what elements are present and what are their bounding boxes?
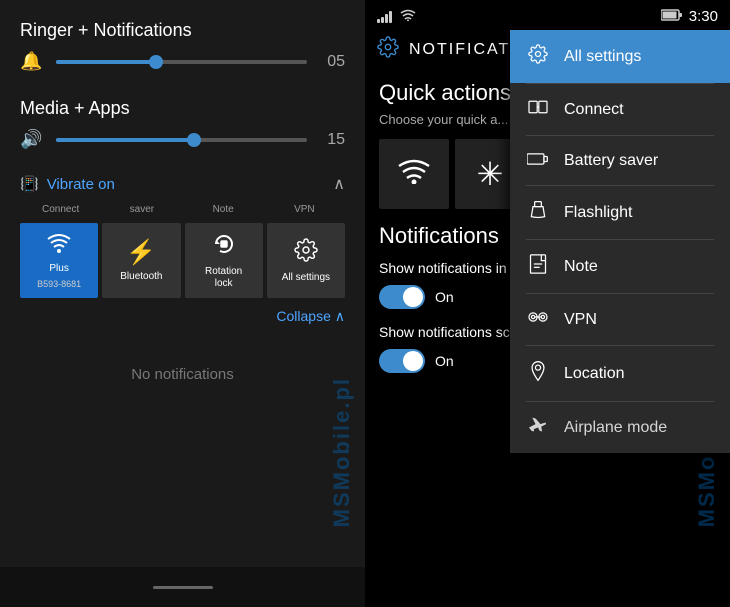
dropdown-location-icon <box>526 360 550 387</box>
bar-4 <box>389 11 392 23</box>
tile-settings[interactable]: All settings <box>267 223 345 298</box>
dropdown-label-battery: Battery saver <box>564 152 658 170</box>
left-panel: Ringer + Notifications 🔔 05 Media + Apps… <box>0 0 365 607</box>
media-slider-row: 🔊 15 <box>20 129 345 150</box>
ringer-slider-row: 🔔 05 <box>20 51 345 72</box>
battery-icon <box>661 9 683 24</box>
dropdown-battery-icon <box>526 150 550 171</box>
tile-labels-row: Connect saver Note VPN <box>20 198 345 219</box>
dropdown-label-airplane: Airplane mode <box>564 419 667 437</box>
dropdown-label-vpn: VPN <box>564 311 597 329</box>
collapse-row: Collapse ∧ <box>20 298 345 336</box>
dropdown-item-location[interactable]: Location <box>510 346 730 401</box>
time-display: 3:30 <box>689 8 718 25</box>
wifi-tile-icon <box>47 233 71 259</box>
tile-bluetooth[interactable]: ⚡ Bluetooth <box>102 223 180 298</box>
dropdown-item-all-settings[interactable]: All settings <box>510 30 730 83</box>
wifi-status-icon <box>400 8 416 24</box>
signal-bars <box>377 9 392 23</box>
toggle-label-1: On <box>435 289 454 305</box>
bar-1 <box>377 19 380 23</box>
tile-label-3: VPN <box>264 204 345 215</box>
media-section: Media + Apps 🔊 15 <box>20 98 345 158</box>
dropdown-label-flashlight: Flashlight <box>564 204 632 222</box>
dropdown-label-connect: Connect <box>564 101 624 119</box>
toggle-label-2: On <box>435 353 454 369</box>
bell-icon: 🔔 <box>20 51 44 72</box>
tile-label-1: saver <box>101 204 182 215</box>
vibrate-row: 📳 Vibrate on ∧ <box>20 170 345 198</box>
dropdown-label-location: Location <box>564 365 625 383</box>
dropdown-airplane-icon <box>526 416 550 439</box>
collapse-button[interactable]: Collapse ∧ <box>276 308 345 324</box>
tile-settings-label: All settings <box>282 272 330 284</box>
dropdown-vpn-icon <box>526 308 550 331</box>
ringer-fill <box>56 60 156 64</box>
right-panel: 3:30 NOTIFICATIO Quick actions Choose yo… <box>365 0 730 607</box>
status-right: 3:30 <box>661 8 718 25</box>
dropdown-menu: All settings Connect Batt <box>510 30 730 453</box>
dropdown-flashlight-icon <box>526 200 550 225</box>
media-thumb[interactable] <box>187 133 201 147</box>
ringer-title: Ringer + Notifications <box>20 20 345 41</box>
tile-label-2: Note <box>183 204 264 215</box>
bar-3 <box>385 14 388 23</box>
dropdown-item-vpn[interactable]: VPN <box>510 294 730 345</box>
dropdown-item-flashlight[interactable]: Flashlight <box>510 186 730 239</box>
no-notifications-text: No notifications <box>20 366 345 383</box>
right-bt-icon: ✳ <box>477 155 504 193</box>
tile-wifi[interactable]: Plus B593-8681 <box>20 223 98 298</box>
quick-tiles: Plus B593-8681 ⚡ Bluetooth Rotationlock <box>20 223 345 298</box>
toggle-knob-1 <box>403 287 423 307</box>
ringer-value: 05 <box>317 53 345 71</box>
dropdown-item-battery[interactable]: Battery saver <box>510 136 730 185</box>
bottom-bar-line <box>153 586 213 589</box>
status-bar: 3:30 <box>365 0 730 30</box>
tile-wifi-label: Plus <box>49 263 68 275</box>
tile-label-0: Connect <box>20 204 101 215</box>
dropdown-note-icon <box>526 254 550 279</box>
ringer-track[interactable] <box>56 60 307 64</box>
dropdown-label-all-settings: All settings <box>564 48 641 66</box>
vibrate-label[interactable]: 📳 Vibrate on <box>20 175 115 193</box>
tile-rotation[interactable]: Rotationlock <box>185 223 263 298</box>
vibrate-icon: 📳 <box>20 175 39 193</box>
tile-wifi-sublabel: B593-8681 <box>37 279 81 289</box>
dropdown-item-connect[interactable]: Connect <box>510 84 730 135</box>
dropdown-gear-icon <box>526 44 550 69</box>
header-settings-icon[interactable] <box>377 36 399 64</box>
toggle-1[interactable] <box>379 285 425 309</box>
bluetooth-tile-icon: ⚡ <box>126 238 156 267</box>
watermark-left: MSMobile.pl <box>329 377 355 527</box>
status-left <box>377 8 416 24</box>
settings-tile-icon <box>294 238 318 268</box>
media-title: Media + Apps <box>20 98 345 119</box>
tile-rotation-label: Rotationlock <box>205 266 242 290</box>
bar-2 <box>381 17 384 23</box>
dropdown-label-note: Note <box>564 258 598 276</box>
media-fill <box>56 138 194 142</box>
media-track[interactable] <box>56 138 307 142</box>
tile-bluetooth-label: Bluetooth <box>120 271 162 283</box>
toggle-knob-2 <box>403 351 423 371</box>
volume-icon: 🔊 <box>20 129 44 150</box>
dropdown-item-airplane[interactable]: Airplane mode <box>510 402 730 453</box>
right-tile-wifi[interactable] <box>379 139 449 209</box>
chevron-up-icon[interactable]: ∧ <box>333 174 345 194</box>
bottom-bar-left <box>0 567 365 607</box>
right-wifi-icon <box>398 158 430 191</box>
dropdown-item-note[interactable]: Note <box>510 240 730 293</box>
toggle-2[interactable] <box>379 349 425 373</box>
ringer-thumb[interactable] <box>149 55 163 69</box>
dropdown-connect-icon <box>526 98 550 121</box>
rotation-tile-icon <box>212 232 236 262</box>
media-value: 15 <box>317 131 345 149</box>
